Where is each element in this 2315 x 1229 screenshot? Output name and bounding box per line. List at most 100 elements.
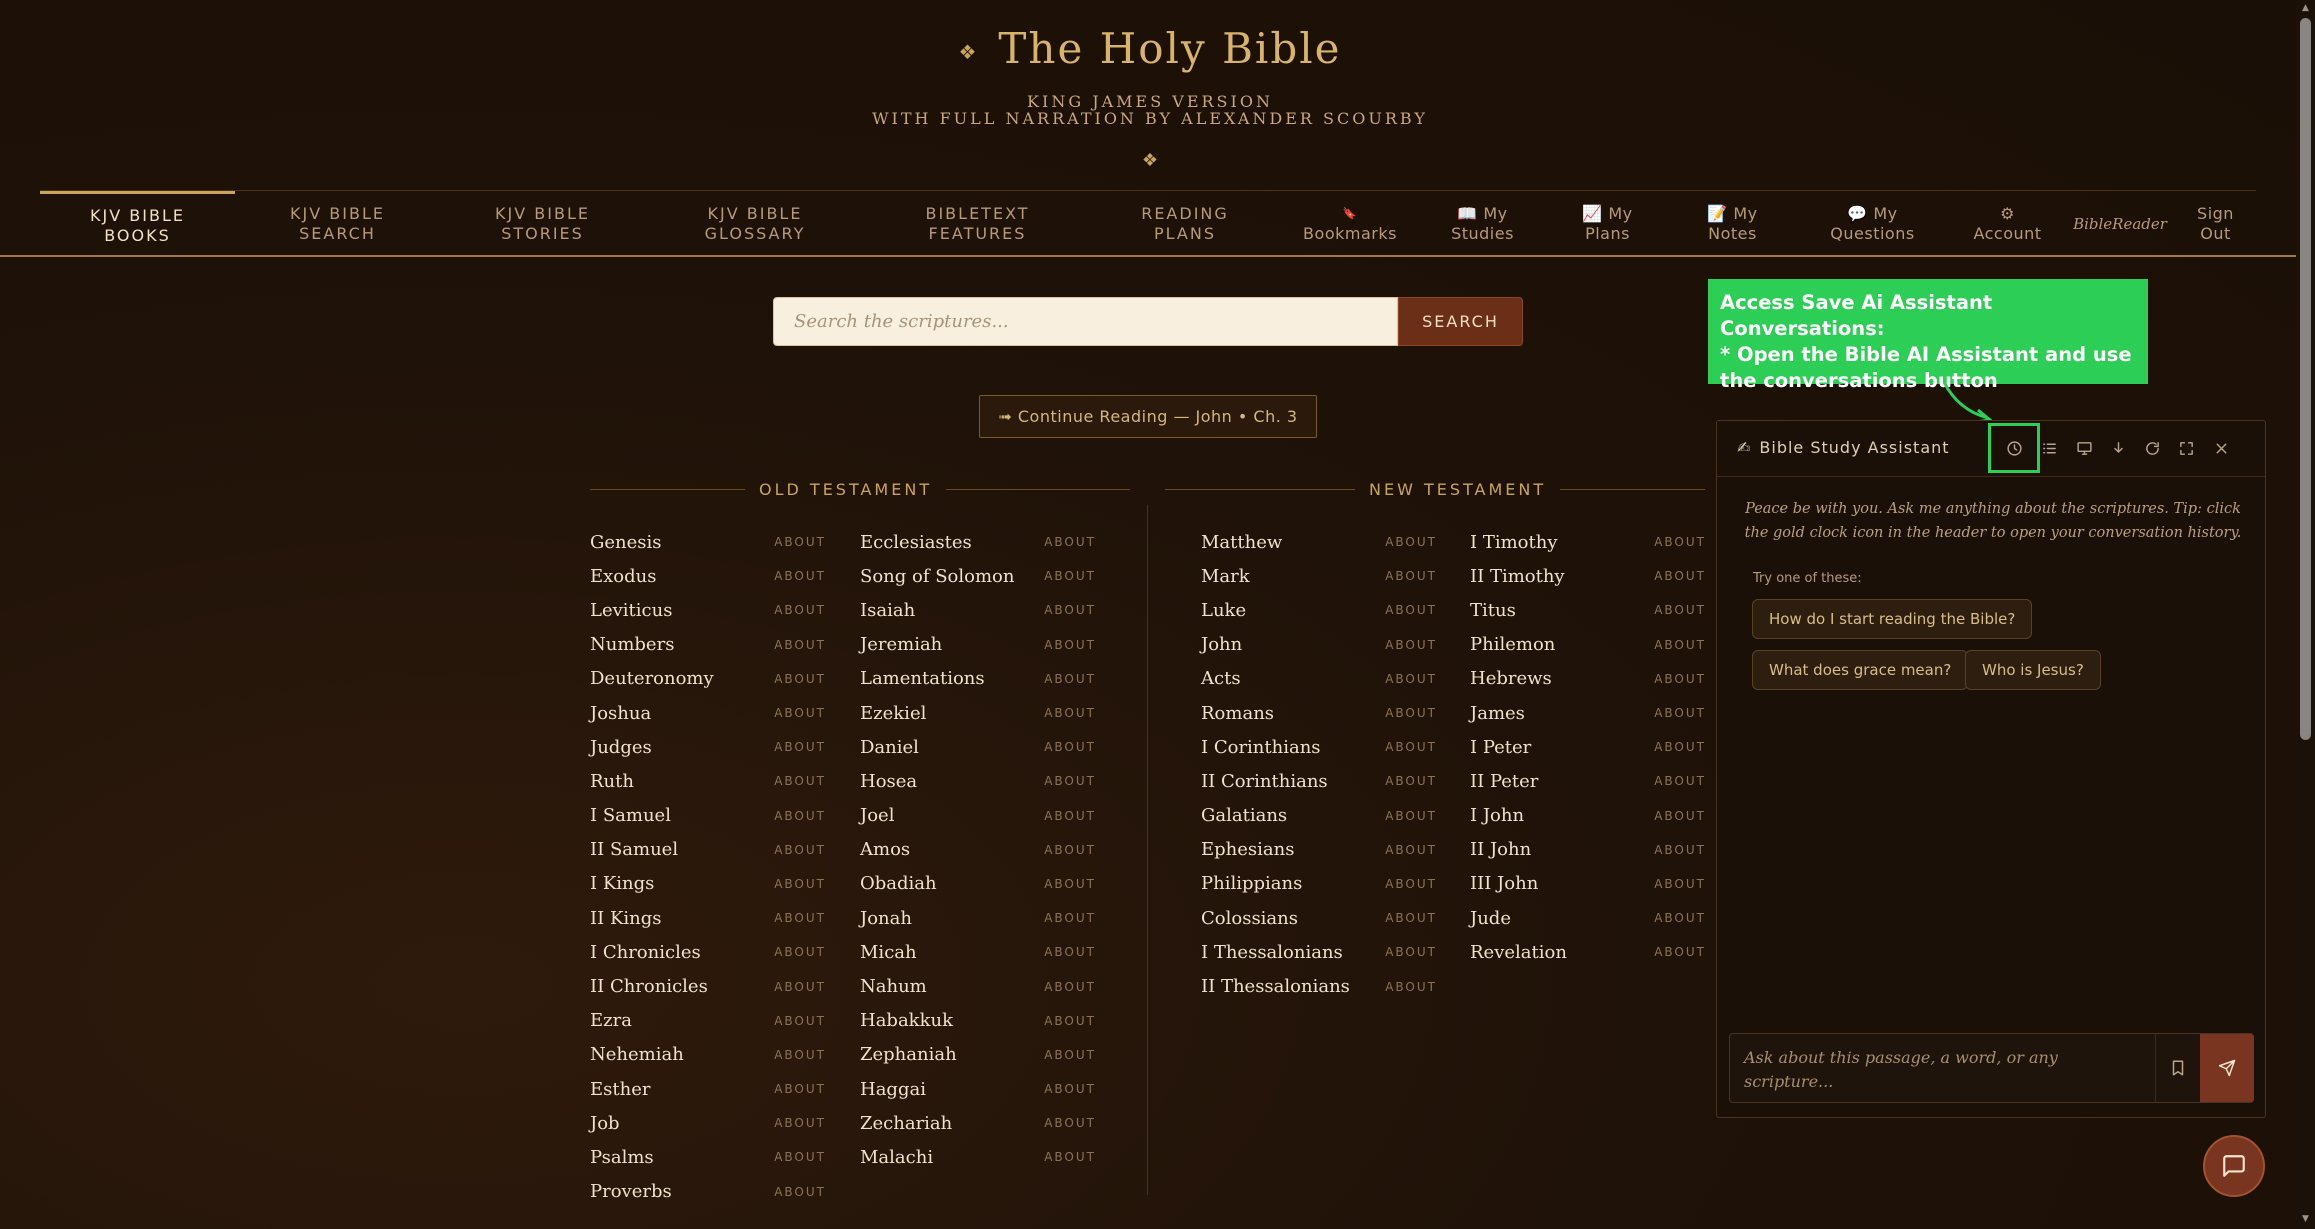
send-button[interactable] (2200, 1034, 2254, 1102)
about-link[interactable]: ABOUT (1044, 809, 1096, 823)
book-link[interactable]: Lamentations (860, 668, 985, 689)
book-link[interactable]: James (1470, 703, 1525, 724)
book-link[interactable]: Jonah (860, 908, 912, 929)
book-link[interactable]: I Chronicles (590, 942, 701, 963)
about-link[interactable]: ABOUT (1654, 569, 1706, 583)
nav-my-questions[interactable]: 💬 My Questions (1795, 191, 1950, 257)
book-link[interactable]: Obadiah (860, 873, 937, 894)
book-link[interactable]: Deuteronomy (590, 668, 714, 689)
search-button[interactable]: SEARCH (1398, 297, 1523, 346)
page-scrollbar[interactable]: ▲ ▼ (2296, 0, 2315, 1229)
about-link[interactable]: ABOUT (1044, 535, 1096, 549)
book-link[interactable]: I Samuel (590, 805, 671, 826)
about-link[interactable]: ABOUT (774, 809, 826, 823)
nav-bible-reader[interactable]: BibleReader (2065, 191, 2175, 257)
book-link[interactable]: Titus (1470, 600, 1516, 621)
continue-reading-button[interactable]: ➟ Continue Reading — John • Ch. 3 (979, 395, 1317, 438)
book-link[interactable]: II Samuel (590, 839, 678, 860)
book-link[interactable]: Leviticus (590, 600, 672, 621)
about-link[interactable]: ABOUT (1044, 569, 1096, 583)
about-link[interactable]: ABOUT (1385, 603, 1437, 617)
book-link[interactable]: II Thessalonians (1201, 976, 1350, 997)
search-input[interactable] (773, 297, 1398, 346)
bookmark-button[interactable] (2155, 1034, 2199, 1102)
about-link[interactable]: ABOUT (1654, 877, 1706, 891)
book-link[interactable]: I Timothy (1470, 532, 1558, 553)
about-link[interactable]: ABOUT (774, 980, 826, 994)
about-link[interactable]: ABOUT (1044, 603, 1096, 617)
close-icon[interactable] (2210, 437, 2232, 459)
about-link[interactable]: ABOUT (1044, 740, 1096, 754)
about-link[interactable]: ABOUT (1654, 706, 1706, 720)
about-link[interactable]: ABOUT (774, 1014, 826, 1028)
book-link[interactable]: Revelation (1470, 942, 1567, 963)
book-link[interactable]: Matthew (1201, 532, 1282, 553)
book-link[interactable]: Galatians (1201, 805, 1287, 826)
nav-my-notes[interactable]: 📝 My Notes (1670, 191, 1795, 257)
about-link[interactable]: ABOUT (1385, 672, 1437, 686)
book-link[interactable]: Mark (1201, 566, 1250, 587)
book-link[interactable]: I Corinthians (1201, 737, 1321, 758)
about-link[interactable]: ABOUT (774, 672, 826, 686)
about-link[interactable]: ABOUT (1385, 980, 1437, 994)
suggestion-chip[interactable]: Who is Jesus? (1965, 650, 2101, 690)
book-link[interactable]: I Thessalonians (1201, 942, 1343, 963)
book-link[interactable]: II John (1470, 839, 1531, 860)
book-link[interactable]: Daniel (860, 737, 919, 758)
about-link[interactable]: ABOUT (1044, 774, 1096, 788)
book-link[interactable]: II Timothy (1470, 566, 1565, 587)
about-link[interactable]: ABOUT (1654, 638, 1706, 652)
about-link[interactable]: ABOUT (1044, 911, 1096, 925)
book-link[interactable]: Nehemiah (590, 1044, 684, 1065)
about-link[interactable]: ABOUT (1385, 774, 1437, 788)
book-link[interactable]: Jude (1470, 908, 1511, 929)
book-link[interactable]: I John (1470, 805, 1524, 826)
about-link[interactable]: ABOUT (1385, 638, 1437, 652)
book-link[interactable]: Genesis (590, 532, 662, 553)
about-link[interactable]: ABOUT (774, 774, 826, 788)
about-link[interactable]: ABOUT (1654, 535, 1706, 549)
book-link[interactable]: Numbers (590, 634, 674, 655)
about-link[interactable]: ABOUT (1044, 980, 1096, 994)
book-link[interactable]: Philippians (1201, 873, 1302, 894)
book-link[interactable]: Esther (590, 1079, 650, 1100)
about-link[interactable]: ABOUT (774, 911, 826, 925)
book-link[interactable]: Philemon (1470, 634, 1555, 655)
expand-icon[interactable] (2175, 437, 2197, 459)
about-link[interactable]: ABOUT (774, 569, 826, 583)
scroll-up-icon[interactable]: ▲ (2300, 3, 2311, 14)
book-link[interactable]: Hebrews (1470, 668, 1552, 689)
about-link[interactable]: ABOUT (1385, 843, 1437, 857)
suggestion-chip[interactable]: What does grace mean? (1752, 650, 1969, 690)
book-link[interactable]: Nahum (860, 976, 927, 997)
about-link[interactable]: ABOUT (1044, 706, 1096, 720)
monitor-icon[interactable] (2073, 437, 2095, 459)
about-link[interactable]: ABOUT (1044, 1082, 1096, 1096)
about-link[interactable]: ABOUT (1044, 1048, 1096, 1062)
book-link[interactable]: I Peter (1470, 737, 1531, 758)
about-link[interactable]: ABOUT (774, 706, 826, 720)
book-link[interactable]: Acts (1201, 668, 1241, 689)
book-link[interactable]: Ephesians (1201, 839, 1294, 860)
nav-my-plans[interactable]: 📈 My Plans (1545, 191, 1670, 257)
book-link[interactable]: Zechariah (860, 1113, 952, 1134)
about-link[interactable]: ABOUT (1654, 603, 1706, 617)
nav-bibletext-features[interactable]: BIBLETEXT FEATURES (865, 191, 1090, 257)
suggestion-chip[interactable]: How do I start reading the Bible? (1752, 599, 2033, 639)
book-link[interactable]: Amos (860, 839, 910, 860)
about-link[interactable]: ABOUT (1654, 774, 1706, 788)
book-link[interactable]: Ezra (590, 1010, 632, 1031)
nav-kjv-glossary[interactable]: KJV BIBLE GLOSSARY (645, 191, 865, 257)
about-link[interactable]: ABOUT (774, 638, 826, 652)
about-link[interactable]: ABOUT (1385, 569, 1437, 583)
about-link[interactable]: ABOUT (1385, 809, 1437, 823)
book-link[interactable]: Isaiah (860, 600, 915, 621)
nav-kjv-books[interactable]: KJV BIBLE BOOKS (40, 191, 235, 257)
about-link[interactable]: ABOUT (1044, 1014, 1096, 1028)
book-link[interactable]: John (1201, 634, 1242, 655)
about-link[interactable]: ABOUT (1385, 706, 1437, 720)
about-link[interactable]: ABOUT (1654, 740, 1706, 754)
about-link[interactable]: ABOUT (774, 1116, 826, 1130)
about-link[interactable]: ABOUT (774, 945, 826, 959)
about-link[interactable]: ABOUT (1044, 945, 1096, 959)
